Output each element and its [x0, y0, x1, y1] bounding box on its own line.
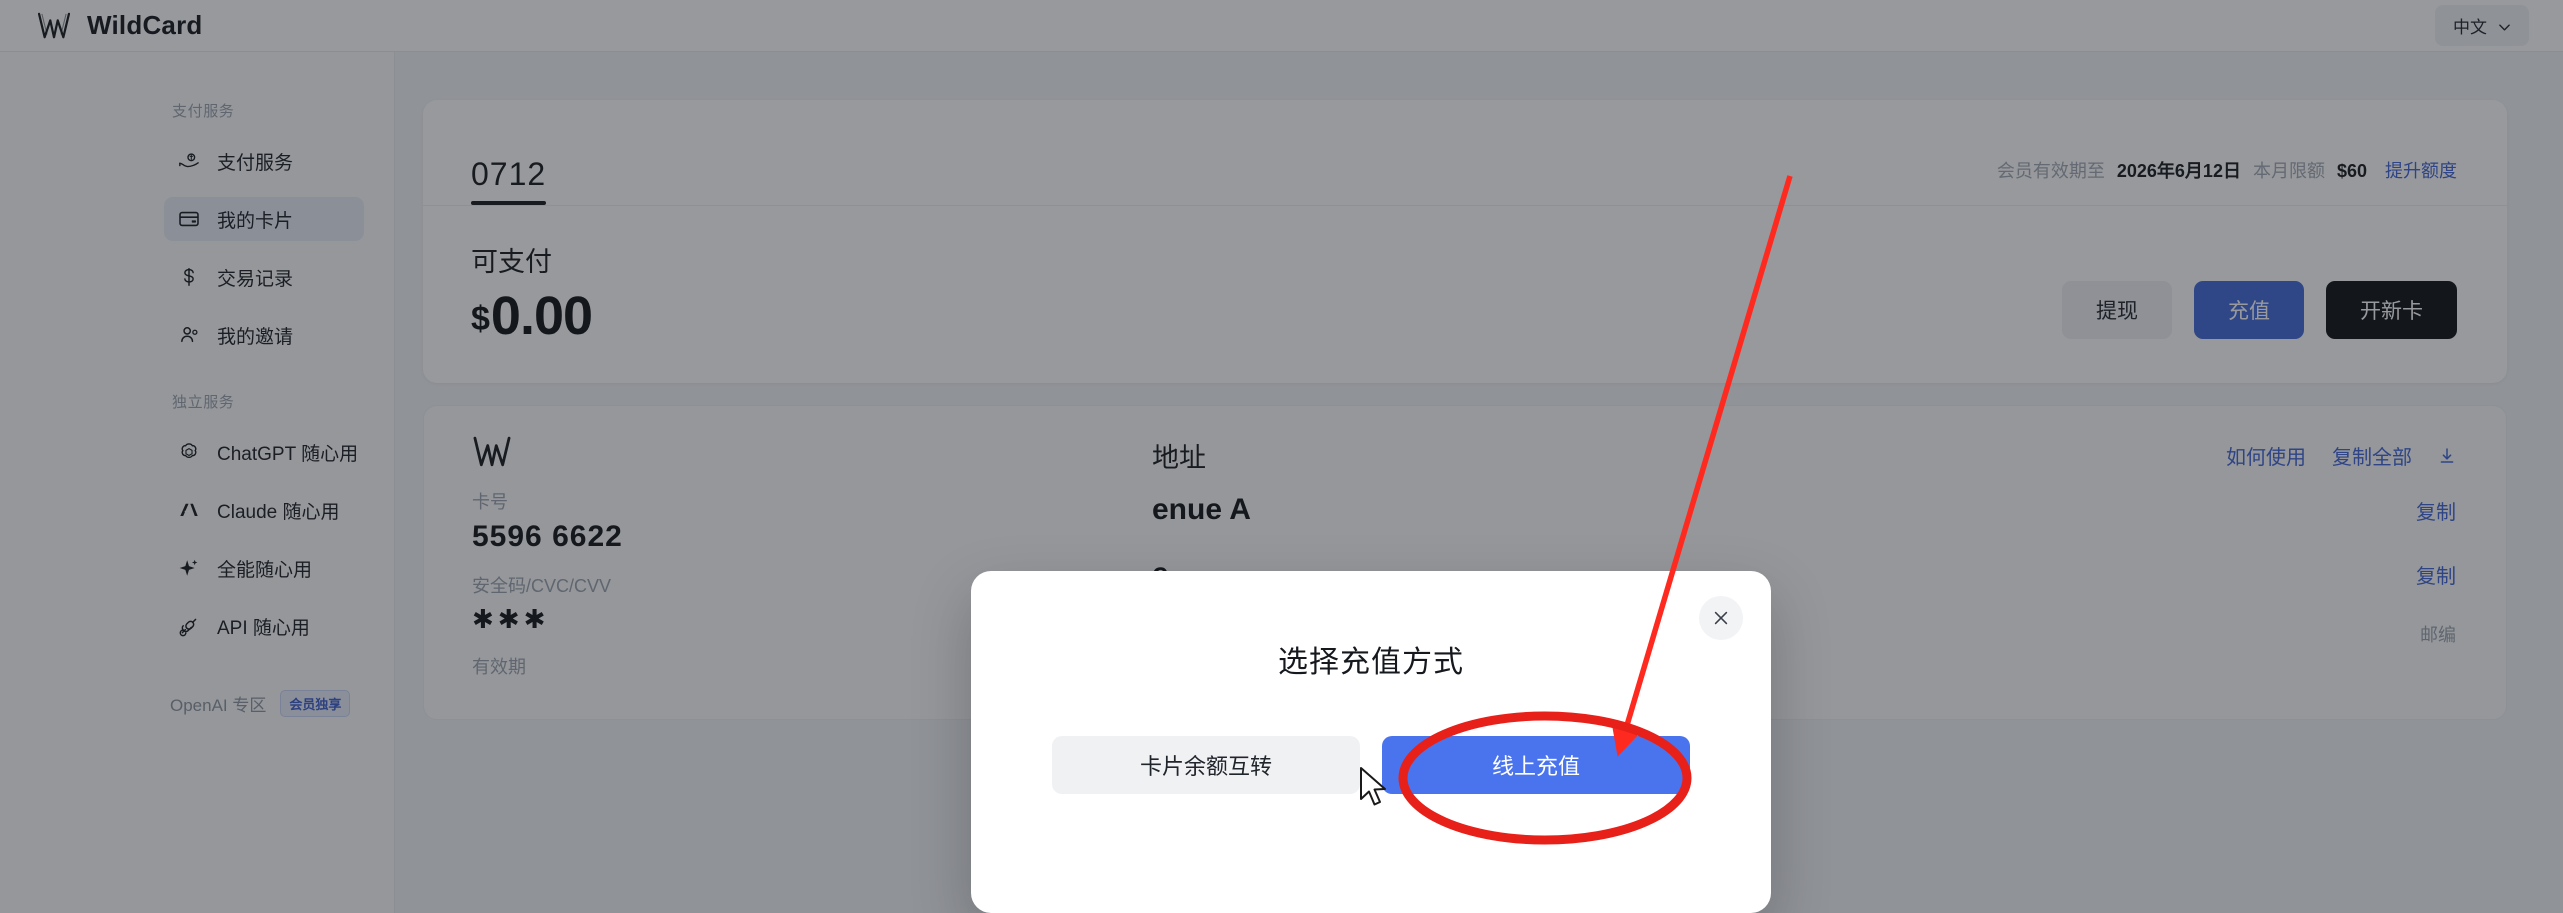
online-recharge-button[interactable]: 线上充值	[1382, 736, 1690, 794]
card-balance-transfer-button[interactable]: 卡片余额互转	[1052, 736, 1360, 794]
close-icon[interactable]	[1699, 596, 1743, 640]
recharge-method-modal: 选择充值方式 卡片余额互转 线上充值	[971, 571, 1771, 913]
modal-actions: 卡片余额互转 线上充值	[971, 736, 1771, 794]
modal-title: 选择充值方式	[1278, 646, 1464, 679]
app-root: WildCard 中文 支付服务 支付服务 我的卡片 交易记录 我的邀请 独立服…	[0, 0, 2563, 913]
